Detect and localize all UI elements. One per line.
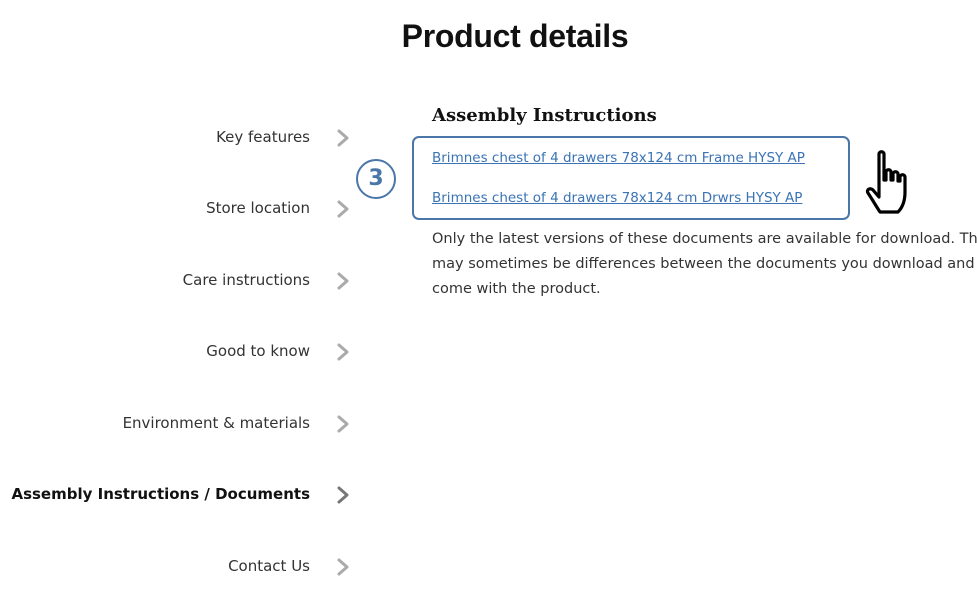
section-title: Assembly Instructions: [432, 105, 657, 126]
chevron-right-icon: [337, 415, 349, 433]
sidebar-item-label: Assembly Instructions / Documents: [11, 485, 310, 503]
sidebar-item-label: Store location: [206, 199, 310, 217]
download-note: Only the latest versions of these docume…: [432, 227, 977, 302]
sidebar-item-label: Care instructions: [182, 271, 310, 289]
download-note-line: may sometimes be differences between the…: [432, 256, 977, 272]
chevron-right-icon: [337, 558, 349, 576]
sidebar-item-label: Contact Us: [228, 557, 310, 575]
document-link-frame[interactable]: Brimnes chest of 4 drawers 78x124 cm Fra…: [432, 150, 805, 166]
chevron-right-icon: [337, 343, 349, 361]
highlight-box: [412, 136, 850, 220]
sidebar-item-assembly-instructions-documents[interactable]: Assembly Instructions / Documents: [0, 480, 360, 510]
sidebar-item-care-instructions[interactable]: Care instructions: [0, 266, 360, 296]
download-note-line: Only the latest versions of these docume…: [432, 231, 977, 247]
sidebar-item-contact-us[interactable]: Contact Us: [0, 552, 360, 582]
sidebar-item-environment-materials[interactable]: Environment & materials: [0, 409, 360, 439]
sidebar-item-label: Good to know: [206, 342, 310, 360]
chevron-right-icon: [337, 272, 349, 290]
sidebar-item-good-to-know[interactable]: Good to know: [0, 337, 360, 367]
page-title: Product details: [401, 18, 629, 54]
chevron-right-icon: [337, 129, 349, 147]
hand-pointer-icon: [865, 150, 907, 214]
document-link-drawers[interactable]: Brimnes chest of 4 drawers 78x124 cm Drw…: [432, 190, 802, 206]
chevron-right-icon: [337, 200, 349, 218]
step-number-badge: 3: [356, 159, 396, 199]
sidebar-item-label: Key features: [216, 128, 310, 146]
sidebar-item-key-features[interactable]: Key features: [0, 123, 360, 153]
sidebar-item-label: Environment & materials: [122, 414, 310, 432]
download-note-line: come with the product.: [432, 281, 601, 297]
chevron-right-icon: [337, 486, 349, 504]
sidebar-item-store-location[interactable]: Store location: [0, 194, 360, 224]
